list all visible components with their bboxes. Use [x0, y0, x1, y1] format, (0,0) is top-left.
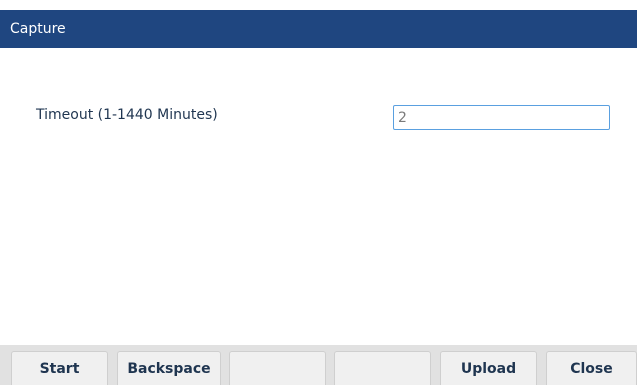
backspace-button[interactable]: Backspace: [117, 351, 221, 385]
page-title: Capture: [10, 21, 66, 37]
upload-button[interactable]: Upload: [440, 351, 537, 385]
title-bar: Capture: [0, 10, 637, 48]
timeout-label: Timeout (1-1440 Minutes): [36, 107, 218, 123]
softkey-empty-4[interactable]: [334, 351, 431, 385]
timeout-input[interactable]: [393, 105, 610, 130]
close-button[interactable]: Close: [546, 351, 637, 385]
capture-screen: Capture Timeout (1-1440 Minutes) Start B…: [0, 0, 637, 385]
start-button[interactable]: Start: [11, 351, 108, 385]
softkey-empty-3[interactable]: [229, 351, 326, 385]
